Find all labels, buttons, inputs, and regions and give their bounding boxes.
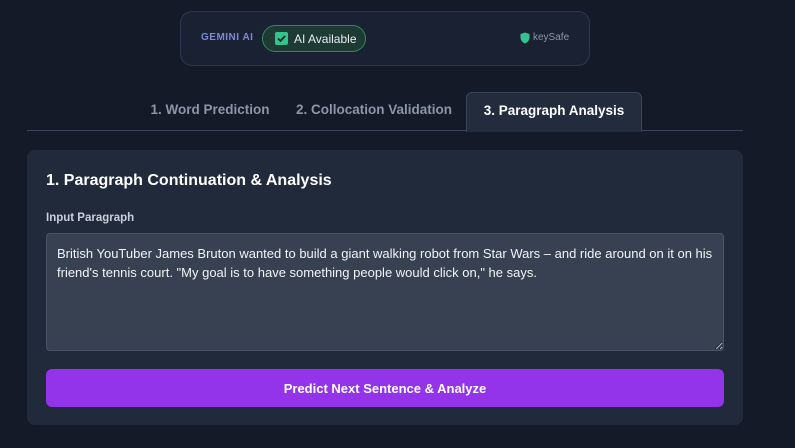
tab-collocation-validation[interactable]: 2. Collocation Validation [283,92,465,131]
paragraph-input[interactable]: British YouTuber James Bruton wanted to … [46,233,724,351]
tab-paragraph-analysis[interactable]: 3. Paragraph Analysis [466,92,642,132]
status-bar: GEMINI AI AI Available keySafe [180,11,590,66]
input-paragraph-label: Input Paragraph [46,212,135,224]
ai-status-label: AI Available [294,32,357,46]
provider-label: GEMINI AI [201,32,254,43]
card-title: 1. Paragraph Continuation & Analysis [46,172,332,189]
keysafe-label: keySafe [533,32,570,43]
tab-bar: 1. Word Prediction 2. Collocation Valida… [27,92,743,132]
paragraph-analysis-card: 1. Paragraph Continuation & Analysis Inp… [27,150,743,425]
predict-analyze-button[interactable]: Predict Next Sentence & Analyze [46,369,724,407]
check-icon [275,32,288,45]
shield-icon [520,32,530,44]
ai-status-badge: AI Available [262,25,366,52]
tab-word-prediction[interactable]: 1. Word Prediction [127,92,293,131]
